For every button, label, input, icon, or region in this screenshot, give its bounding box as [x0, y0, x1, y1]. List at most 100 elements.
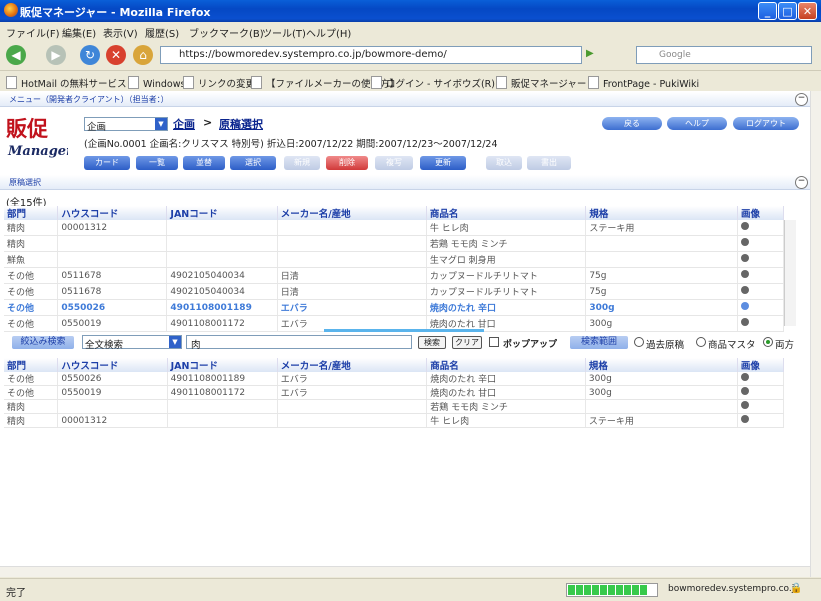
range-radio[interactable]	[634, 337, 644, 347]
close-button[interactable]: ✕	[798, 2, 817, 20]
breadcrumb-plan[interactable]: 企画	[173, 116, 195, 132]
column-header[interactable]: 画像	[737, 358, 785, 372]
reload-icon[interactable]: ↻	[80, 45, 100, 65]
toolbar-button[interactable]: 一覧	[136, 156, 178, 170]
cell-house: 00001312	[57, 220, 168, 236]
table-row[interactable]: その他 0550019 4901108001172 エバラ 焼肉のたれ 甘口 300g	[4, 385, 785, 400]
menu-tools[interactable]: ツール(T)	[262, 25, 306, 40]
maximize-button[interactable]: □	[778, 2, 797, 20]
column-header[interactable]: 画像	[737, 206, 785, 220]
cell-name: 牛 ヒレ肉	[426, 413, 586, 428]
progress-segment	[616, 585, 623, 595]
toolbar-button[interactable]: 削除	[326, 156, 368, 170]
table-row[interactable]: 精肉 若鶏 モモ肉 ミンチ	[4, 399, 785, 414]
menu-edit[interactable]: 編集(E)	[62, 25, 96, 40]
cell-dept: 鮮魚	[4, 251, 59, 268]
column-header[interactable]: 規格	[585, 206, 738, 220]
toolbar-button[interactable]: 更新	[420, 156, 466, 170]
image-indicator-icon	[740, 401, 749, 409]
image-cell	[737, 413, 785, 428]
bookmark-item[interactable]: ログイン - サイボウズ(R) ...	[371, 76, 507, 90]
toolbar-button[interactable]: 複写	[375, 156, 413, 170]
column-header[interactable]: 部門	[4, 358, 59, 372]
column-header[interactable]: 規格	[585, 358, 738, 372]
range-radio[interactable]	[763, 337, 773, 347]
toolbar-button[interactable]: 書出	[527, 156, 571, 170]
column-header[interactable]: メーカー名/産地	[277, 358, 428, 372]
cell-house	[57, 399, 168, 414]
search-input[interactable]: Google	[636, 46, 812, 64]
filter-mode-select[interactable]: 全文検索 ▼	[82, 335, 182, 351]
image-indicator-icon	[740, 415, 749, 423]
table-row[interactable]: その他 0550026 4901108001189 エバラ 焼肉のたれ 辛口 300g	[4, 299, 785, 316]
breadcrumb-current[interactable]: 原稿選択	[219, 116, 263, 132]
menu-bookmarks[interactable]: ブックマーク(B)	[189, 25, 264, 40]
column-header[interactable]: 商品名	[426, 206, 587, 220]
toolbar-button[interactable]: 並替	[183, 156, 225, 170]
menu-history[interactable]: 履歴(S)	[145, 25, 179, 40]
bookmark-item[interactable]: リンクの変更	[183, 76, 255, 90]
column-header[interactable]: メーカー名/産地	[277, 206, 427, 220]
menu-file[interactable]: ファイル(F)	[6, 25, 60, 40]
collapse-icon[interactable]: −	[795, 93, 808, 106]
back-icon[interactable]: ◀	[6, 45, 26, 65]
menu-help[interactable]: ヘルプ(H)	[306, 25, 351, 40]
column-header[interactable]: 部門	[4, 206, 59, 220]
cell-house: 0550019	[57, 315, 168, 332]
image-indicator-icon	[740, 387, 749, 395]
toolbar-button[interactable]: カード	[84, 156, 130, 170]
progress-segment	[576, 585, 583, 595]
go-icon[interactable]: ▶	[586, 48, 594, 59]
column-header[interactable]: ハウスコード	[57, 206, 168, 220]
column-header[interactable]: JANコード	[166, 206, 278, 220]
toolbar-button[interactable]: 取込	[486, 156, 522, 170]
search-button[interactable]: 検索	[418, 336, 446, 349]
progress-segment	[592, 585, 599, 595]
back-button[interactable]: 戻る	[602, 117, 662, 130]
menu-link[interactable]: メニュー（開発者クライアント）（担当者：）	[9, 94, 169, 105]
page-scrollbar[interactable]	[810, 91, 821, 577]
home-icon[interactable]: ⌂	[133, 45, 153, 65]
menu-view[interactable]: 表示(V)	[103, 25, 138, 40]
table-row[interactable]: その他 0550026 4901108001189 エバラ 焼肉のたれ 辛口 300g	[4, 372, 785, 386]
stop-icon[interactable]: ✕	[106, 45, 126, 65]
table-scrollbar[interactable]	[784, 220, 796, 326]
cell-jan	[167, 399, 278, 414]
horizontal-scrollbar[interactable]	[0, 566, 810, 577]
table-row[interactable]: 鮮魚 生マグロ 刺身用	[4, 251, 785, 268]
range-radio[interactable]	[696, 337, 706, 347]
bookmark-item[interactable]: HotMail の無料サービス	[6, 76, 127, 90]
help-button[interactable]: ヘルプ	[667, 117, 727, 130]
column-header[interactable]: JANコード	[167, 358, 278, 372]
column-header[interactable]: 商品名	[426, 358, 586, 372]
cell-spec: 300g	[585, 385, 738, 400]
minimize-button[interactable]: _	[758, 2, 777, 20]
table-row[interactable]: 精肉 00001312 牛 ヒレ肉 ステーキ用	[4, 413, 785, 428]
cell-dept: その他	[4, 283, 59, 300]
popup-checkbox[interactable]	[489, 337, 499, 347]
plan-select[interactable]: 企画 ▼	[84, 117, 168, 133]
window-title: 販促マネージャー - Mozilla Firefox	[20, 6, 211, 19]
toolbar-button[interactable]: 選択	[230, 156, 276, 170]
collapse-icon[interactable]: −	[795, 176, 808, 189]
table-row[interactable]: その他 0511678 4902105040034 日清 カップヌードルチリトマト 75g	[4, 283, 785, 300]
column-header[interactable]: ハウスコード	[57, 358, 168, 372]
forward-icon[interactable]: ▶	[46, 45, 66, 65]
toolbar-button[interactable]: 新規	[284, 156, 320, 170]
bookmark-item[interactable]: FrontPage - PukiWiki	[588, 76, 699, 90]
clear-button[interactable]: クリア	[452, 336, 482, 349]
range-radio-label: 商品マスタ	[708, 340, 756, 351]
image-cell	[737, 385, 785, 400]
table-row[interactable]: 精肉 若鶏 モモ肉 ミンチ	[4, 235, 785, 252]
table-row[interactable]: 精肉 00001312 牛 ヒレ肉 ステーキ用	[4, 220, 785, 236]
splitter-handle[interactable]	[324, 329, 484, 332]
cell-maker: エバラ	[277, 372, 428, 386]
logout-button[interactable]: ログアウト	[733, 117, 799, 130]
table-row[interactable]: その他 0511678 4902105040034 日清 カップヌードルチリトマト 75g	[4, 267, 785, 284]
cell-spec: 75g	[585, 283, 738, 300]
cell-name: カップヌードルチリトマト	[426, 267, 587, 284]
bookmark-item[interactable]: Windows	[128, 76, 185, 90]
bookmark-item[interactable]: 販促マネージャー	[496, 76, 586, 90]
url-input[interactable]: https://bowmoredev.systempro.co.jp/bowmo…	[160, 46, 582, 64]
filter-query-input[interactable]: 肉	[186, 335, 412, 351]
